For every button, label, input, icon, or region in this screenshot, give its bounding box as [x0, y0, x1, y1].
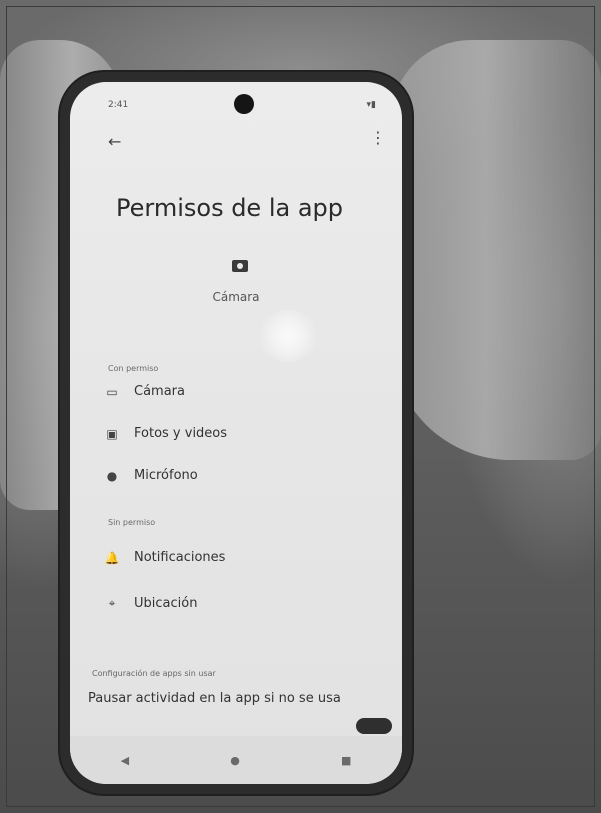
overflow-menu-icon[interactable]: ⋮	[370, 128, 386, 147]
pause-activity-toggle[interactable]	[356, 718, 392, 734]
page-title: Permisos de la app	[116, 194, 344, 222]
location-pin-icon: ⌖	[108, 596, 116, 610]
phone-screen: 2:41 ▾▮ ← ⋮ Permisos de la app Cámara Co…	[70, 82, 402, 784]
status-icons: ▾▮	[366, 100, 376, 110]
status-time: 2:41	[108, 100, 129, 110]
permission-row-notifications[interactable]: 🔔 Notificaciones	[104, 550, 226, 565]
permission-row-camera[interactable]: ▭ Cámara	[104, 384, 185, 399]
section-label-denied: Sin permiso	[108, 518, 156, 527]
app-name: Cámara	[212, 290, 260, 304]
status-bar: 2:41 ▾▮	[108, 100, 376, 110]
section-label-allowed: Con permiso	[108, 364, 159, 373]
footer-section-label: Configuración de apps sin usar	[92, 669, 216, 678]
permission-label: Notificaciones	[134, 550, 226, 565]
navigation-bar: ◀ ● ■	[70, 736, 402, 784]
camera-app-icon	[232, 260, 248, 272]
bell-icon: 🔔	[104, 550, 120, 565]
permission-label: Micrófono	[134, 468, 198, 483]
pause-activity-setting[interactable]: Pausar actividad en la app si no se usa	[88, 690, 348, 708]
permission-label: Fotos y videos	[134, 426, 228, 441]
photos-icon: ▣	[106, 426, 118, 441]
back-arrow-icon[interactable]: ←	[108, 132, 121, 151]
permission-label: Ubicación	[134, 596, 198, 611]
permission-row-photos[interactable]: ▣ Fotos y videos	[104, 426, 227, 441]
nav-back-icon[interactable]: ◀	[121, 754, 129, 767]
nav-home-icon[interactable]: ●	[230, 754, 240, 767]
light-glare	[258, 310, 318, 362]
permission-row-location[interactable]: ⌖ Ubicación	[104, 596, 198, 611]
nav-recents-icon[interactable]: ■	[341, 754, 351, 767]
phone-device: 2:41 ▾▮ ← ⋮ Permisos de la app Cámara Co…	[60, 72, 412, 794]
video-camera-icon: ▭	[106, 384, 118, 399]
permission-label: Cámara	[134, 384, 185, 399]
permission-row-microphone[interactable]: ● Micrófono	[104, 468, 198, 483]
microphone-icon: ●	[106, 468, 118, 483]
